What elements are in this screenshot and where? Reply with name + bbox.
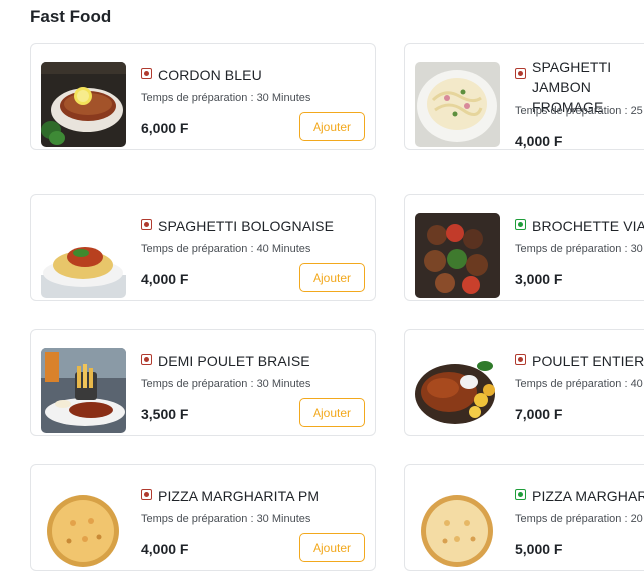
add-to-cart-button[interactable]: Ajouter [299,263,365,292]
food-price: 5,000 F [515,541,563,557]
food-card-spaghetti-bolognaise[interactable]: SPAGHETTI BOLOGNAISE Temps de préparatio… [30,194,376,301]
prep-time: Temps de préparation : 30 Minutes [141,513,311,525]
food-image [41,213,126,298]
food-card-demi-poulet-braise[interactable]: DEMI POULET BRAISE Temps de préparation … [30,329,376,436]
prep-time: Temps de préparation : 30 Minutes [141,92,311,104]
food-price: 4,000 F [141,271,189,287]
food-price: 3,000 F [515,271,563,287]
food-image [41,348,126,433]
food-image [41,483,126,568]
non-veg-indicator-icon [141,219,152,230]
prep-time: Temps de préparation : 40 Minutes [141,243,311,255]
food-card-cordon-bleu[interactable]: CORDON BLEU Temps de préparation : 30 Mi… [30,43,376,150]
food-name: PIZZA MARGHARITA GM [532,488,644,504]
add-to-cart-button[interactable]: Ajouter [299,398,365,427]
food-name: BROCHETTE VIANDE [532,218,644,234]
food-card-poulet-entier[interactable]: POULET ENTIER Temps de préparation : 40 … [404,329,644,436]
non-veg-indicator-icon [515,68,526,79]
food-name: SPAGHETTI BOLOGNAISE [158,218,335,234]
food-name: CORDON BLEU [158,67,262,83]
menu-page: Fast Food CORDON BLEU Temps de préparati… [0,0,644,580]
veg-indicator-icon [515,219,526,230]
food-card-pizza-margharita-gm[interactable]: PIZZA MARGHARITA GM Temps de préparation… [404,464,644,571]
section-title: Fast Food [30,7,112,26]
prep-time: Temps de préparation : 25 Minutes [515,105,644,117]
food-price: 3,500 F [141,406,189,422]
veg-indicator-icon [515,489,526,500]
food-image [415,62,500,147]
food-name: DEMI POULET BRAISE [158,353,310,369]
food-card-spaghetti-jambon-fromage[interactable]: SPAGHETTI JAMBON FROMAGE Temps de prépar… [404,43,644,150]
food-price: 4,000 F [141,541,189,557]
non-veg-indicator-icon [141,489,152,500]
add-to-cart-button[interactable]: Ajouter [299,533,365,562]
prep-time: Temps de préparation : 20 Minutes [515,513,644,525]
add-to-cart-button[interactable]: Ajouter [299,112,365,141]
food-image [415,213,500,298]
prep-time: Temps de préparation : 30 Minutes [141,378,311,390]
food-card-pizza-margharita-pm[interactable]: PIZZA MARGHARITA PM Temps de préparation… [30,464,376,571]
food-image [415,348,500,433]
food-price: 7,000 F [515,406,563,422]
non-veg-indicator-icon [515,354,526,365]
non-veg-indicator-icon [141,68,152,79]
food-image [415,483,500,568]
non-veg-indicator-icon [141,354,152,365]
food-price: 4,000 F [515,133,563,149]
prep-time: Temps de préparation : 30 Minutes [515,243,644,255]
food-card-brochette-viande[interactable]: BROCHETTE VIANDE Temps de préparation : … [404,194,644,301]
food-name: POULET ENTIER [532,353,644,369]
food-name: PIZZA MARGHARITA PM [158,488,320,504]
prep-time: Temps de préparation : 40 Minutes [515,378,644,390]
food-price: 6,000 F [141,120,189,136]
food-image [41,62,126,147]
